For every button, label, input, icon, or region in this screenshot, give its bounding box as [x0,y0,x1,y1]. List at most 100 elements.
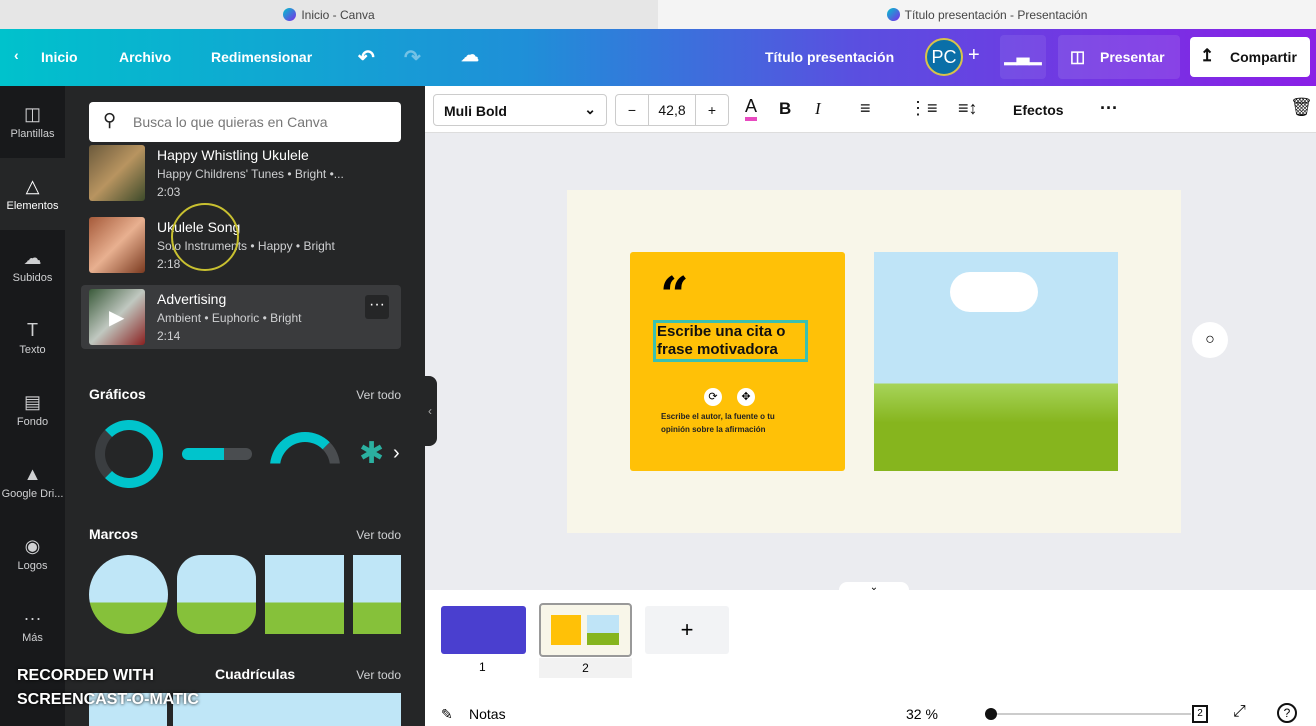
notes-button[interactable]: Notas [469,706,506,722]
play-icon[interactable]: ▶ [109,305,124,330]
quote-card[interactable]: “ Escribe una cita o frase motivadora ⟳ … [630,252,845,471]
avatar[interactable]: PC [925,38,963,76]
move-handle-icon[interactable]: ✥ [737,388,755,406]
landscape-image[interactable] [874,252,1118,471]
file-menu[interactable]: Archivo [119,49,171,65]
audio-tags: Ambient • Euphoric • Bright [157,311,302,325]
notes-icon[interactable]: ✎ [441,706,453,723]
help-icon[interactable]: ? [1277,703,1297,723]
cloud-shape [950,272,1038,312]
frame-thumbnail[interactable] [353,555,401,634]
redo-icon[interactable]: ↷ [404,45,421,70]
list-icon[interactable]: ⋮≡ [909,98,938,119]
gauge-graphic[interactable] [270,432,340,464]
quote-text[interactable]: Escribe una cita o frase motivadora [653,320,808,362]
rail-label: Más [22,632,43,644]
rail-item-texto[interactable]: T Texto [0,302,65,374]
audio-duration: 2:03 [157,185,181,199]
add-collaborator-icon[interactable]: + [968,44,980,67]
undo-icon[interactable]: ↶ [358,45,375,70]
rail-label: Texto [19,344,46,356]
font-size-input[interactable]: 42,8 [648,95,696,125]
donut-graphic[interactable] [95,420,163,488]
progress-graphic[interactable] [182,448,252,460]
chevron-down-icon[interactable]: ⌄ [839,582,909,596]
font-size-stepper[interactable]: −42,8 + [615,94,729,126]
chevron-down-icon: ⌄ [584,101,596,117]
grids-see-all[interactable]: Ver todo [356,668,401,682]
italic-icon[interactable]: I [815,99,821,119]
bold-icon[interactable]: B [779,99,791,119]
audio-item[interactable]: Happy Whistling Ukulele Happy Childrens' … [81,141,401,205]
page-count-button[interactable]: 2 [1192,705,1208,723]
logo-icon: ◉ [24,536,41,556]
people-graphic[interactable]: ✱ [359,436,384,471]
square-frame[interactable] [265,555,344,634]
rail-item-subidos[interactable]: ☁ Subidos [0,230,65,302]
effects-button[interactable]: Efectos [1013,102,1064,118]
text-icon: T [27,320,38,340]
slide-canvas[interactable]: “ Escribe una cita o frase motivadora ⟳ … [567,190,1181,533]
insights-icon[interactable]: ▁▃▁ [1000,35,1046,79]
rail-item-logos[interactable]: ◉ Logos [0,518,65,590]
audio-item[interactable]: ▶ Advertising Ambient • Euphoric • Bright 2… [81,285,401,349]
increase-size-button[interactable]: + [696,95,728,125]
rail-label: Subidos [12,272,53,284]
audio-title: Happy Whistling Ukulele [157,147,309,163]
circle-frame[interactable] [89,555,168,634]
decrease-size-button[interactable]: − [616,95,648,125]
add-page-button[interactable]: + [645,606,729,654]
canva-logo-icon [283,8,297,21]
search-input[interactable]: ⚲ Busca lo que quieras en Canva [89,102,401,142]
frames-see-all[interactable]: Ver todo [356,528,401,542]
trash-icon[interactable]: 🗑 [1290,97,1313,118]
chevron-right-icon[interactable]: › [393,442,400,465]
add-comment-icon[interactable]: ○ [1192,322,1228,358]
collapse-panel-handle[interactable]: ‹ [423,376,437,446]
align-left-icon[interactable]: ≡ [860,98,871,119]
more-icon[interactable]: ··· [1100,98,1118,119]
watermark: RECORDED WITH SCREENCAST-O-MATIC [17,667,199,708]
grids-heading: Cuadrículas [215,666,296,682]
rail-item-google-dri-[interactable]: ▲ Google Dri... [0,446,65,518]
page-thumbnail-2[interactable] [539,603,632,657]
share-button[interactable]: ↥ Compartir [1190,37,1310,77]
frames-heading: Marcos [89,526,139,542]
rail-item-plantillas[interactable]: ◫ Plantillas [0,86,65,158]
resize-button[interactable]: Redimensionar [211,49,312,65]
rail-item-m-s[interactable]: ··· Más [0,590,65,662]
rail-item-elementos[interactable]: △ Elementos [0,158,65,230]
canva-logo-icon [886,8,900,21]
font-name: Muli Bold [444,103,507,119]
present-button[interactable]: ◫ Presentar [1058,35,1180,79]
audio-item[interactable]: Ukulele Song Solo Instruments • Happy • B… [81,203,401,277]
top-header: ‹ Inicio Archivo Redimensionar ↶ ↷ ☁ Tít… [0,29,1316,86]
page-thumbnail-1[interactable] [441,606,526,654]
rail-label: Elementos [6,200,59,212]
font-selector[interactable]: Muli Bold ⌄ [433,94,607,126]
graphics-see-all[interactable]: Ver todo [356,388,401,402]
rail-label: Logos [17,560,48,572]
fullscreen-icon[interactable]: ⤢ [1233,703,1246,721]
author-text[interactable]: Escribe el autor, la fuente o tu opinión… [661,410,801,436]
home-button[interactable]: Inicio [41,49,78,65]
audio-duration: 2:18 [157,257,181,271]
audio-thumbnail: ▶ [89,289,145,345]
share-label: Compartir [1230,49,1297,65]
rail-item-fondo[interactable]: ▤ Fondo [0,374,65,446]
page-number: 1 [479,660,486,674]
document-title[interactable]: Título presentación [765,49,894,65]
chevron-left-icon[interactable]: ‹ [14,47,19,63]
spacing-icon[interactable]: ≡↕ [958,98,978,119]
more-options-icon[interactable]: ··· [365,295,389,319]
zoom-slider-handle[interactable] [985,708,997,720]
zoom-slider[interactable] [985,708,1191,720]
rotate-handle-icon[interactable]: ⟳ [704,388,722,406]
text-color-icon[interactable]: A [745,96,758,121]
template-icon: ◫ [23,104,41,124]
audio-tags: Happy Childrens' Tunes • Bright •... [157,167,344,181]
window-title-right: Título presentación - Presentación [658,0,1316,29]
scallop-frame[interactable] [177,555,256,634]
audio-thumbnail [89,145,145,201]
zoom-level[interactable]: 32 % [906,706,938,722]
